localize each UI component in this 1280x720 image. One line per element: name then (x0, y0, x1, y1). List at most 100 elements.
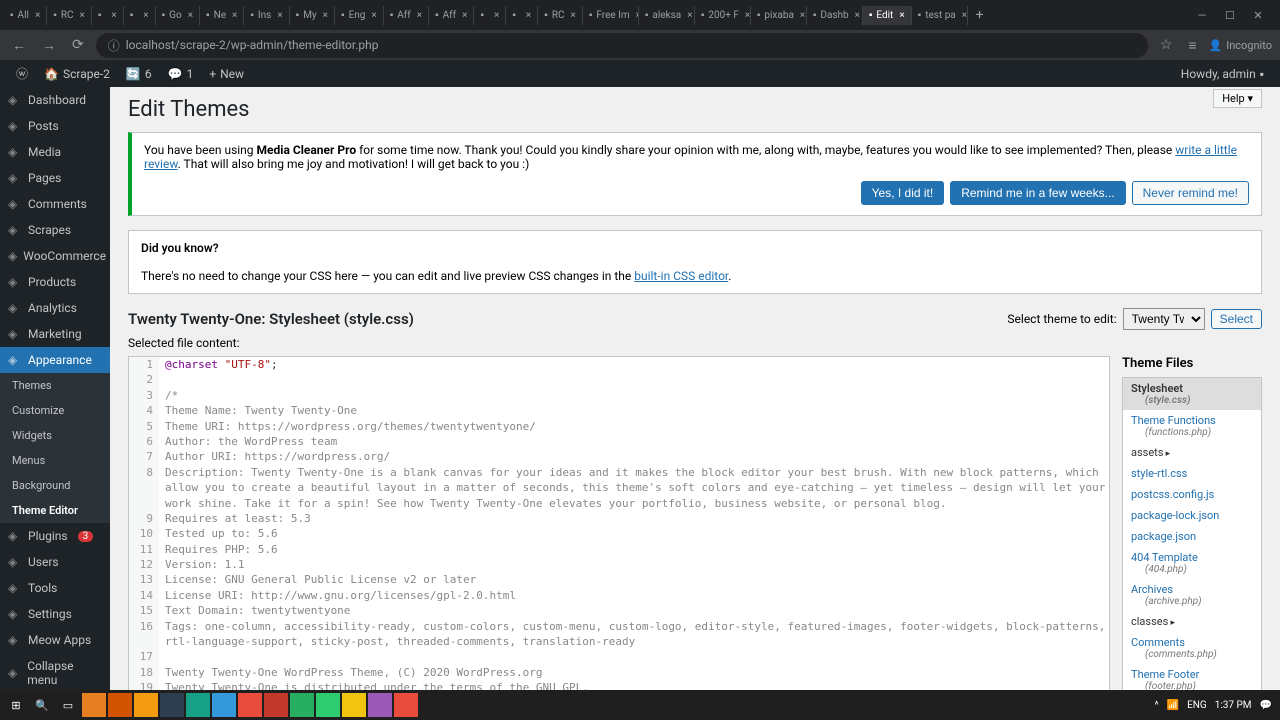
comments-count[interactable]: 💬 1 (160, 67, 202, 81)
theme-file-item[interactable]: Theme Functions(functions.php) (1123, 410, 1261, 442)
browser-tab[interactable]: ▪Ins× (244, 6, 289, 25)
theme-file-item[interactable]: postcss.config.js (1123, 484, 1261, 505)
back-button[interactable]: ← (8, 35, 30, 56)
submenu-item[interactable]: Menus (0, 448, 110, 473)
never-button[interactable]: Never remind me! (1132, 181, 1249, 205)
sidebar-item-settings[interactable]: ◈Settings (0, 601, 110, 627)
reload-button[interactable]: ⟳ (68, 35, 88, 55)
new-tab-button[interactable]: + (968, 3, 992, 27)
browser-tab[interactable]: ▪My× (290, 6, 335, 25)
browser-tab[interactable]: ▪Go× (156, 6, 200, 25)
taskbar-app[interactable] (394, 693, 418, 717)
browser-tab[interactable]: ▪Edit× (863, 6, 912, 25)
new-content[interactable]: + New (201, 67, 252, 81)
theme-file-folder[interactable]: assets (1123, 442, 1261, 463)
browser-tab[interactable]: ▪pixaba× (751, 6, 807, 25)
browser-tab[interactable]: ▪All× (4, 6, 47, 25)
help-tab[interactable]: Help ▾ (1213, 89, 1262, 108)
taskbar-app[interactable] (342, 693, 366, 717)
browser-tab[interactable]: ▪test pa× (912, 6, 968, 25)
browser-tab[interactable]: ▪Ne× (200, 6, 244, 25)
site-name[interactable]: 🏠 Scrape-2 (36, 67, 118, 81)
sidebar-item-analytics[interactable]: ◈Analytics (0, 295, 110, 321)
browser-tab[interactable]: ▪Free Im× (583, 6, 639, 25)
sidebar-item-pages[interactable]: ◈Pages (0, 165, 110, 191)
submenu-item[interactable]: Background (0, 473, 110, 498)
url-input[interactable]: ⓘ localhost/scrape-2/wp-admin/theme-edit… (96, 33, 1148, 58)
wp-logo[interactable]: ⓦ (8, 65, 36, 82)
theme-select-dropdown[interactable]: Twenty Twenty-O (1123, 308, 1205, 330)
updates-count[interactable]: 🔄 6 (118, 67, 160, 81)
submenu-item[interactable]: Widgets (0, 423, 110, 448)
theme-file-folder[interactable]: classes (1123, 611, 1261, 632)
browser-tab[interactable]: ▪Aff× (384, 6, 429, 25)
notifications-icon[interactable]: 💬 (1260, 700, 1272, 711)
search-icon[interactable]: 🔍 (30, 693, 54, 717)
taskbar-app[interactable] (316, 693, 340, 717)
bookmark-icon[interactable]: ☆ (1156, 35, 1177, 55)
taskbar-app[interactable] (264, 693, 288, 717)
remind-button[interactable]: Remind me in a few weeks... (950, 181, 1125, 205)
code-editor[interactable]: 1@charset "UTF-8";23/*4Theme Name: Twent… (128, 356, 1110, 690)
submenu-item[interactable]: Customize (0, 398, 110, 423)
browser-tab[interactable]: ▪200+ F× (695, 6, 751, 25)
browser-tab[interactable]: ▪Aff× (429, 6, 474, 25)
browser-tab[interactable]: ▪RC× (538, 6, 583, 25)
taskbar-app[interactable] (212, 693, 236, 717)
user-greeting[interactable]: Howdy, admin ▪ (1173, 67, 1272, 81)
theme-file-item[interactable]: Comments(comments.php) (1123, 632, 1261, 664)
taskbar-app[interactable] (108, 693, 132, 717)
language-indicator[interactable]: ENG (1187, 700, 1207, 711)
close-button[interactable]: ✕ (1248, 9, 1268, 22)
clock[interactable]: 1:37 PM (1215, 700, 1252, 711)
submenu-item[interactable]: Theme Editor (0, 498, 110, 523)
theme-file-item[interactable]: package.json (1123, 526, 1261, 547)
taskbar-app[interactable] (368, 693, 392, 717)
forward-button[interactable]: → (38, 35, 60, 56)
sidebar-item-products[interactable]: ◈Products (0, 269, 110, 295)
extensions-icon[interactable]: ≡ (1184, 35, 1200, 56)
sidebar-item-comments[interactable]: ◈Comments (0, 191, 110, 217)
sidebar-item-collapse[interactable]: ◈Collapse menu (0, 653, 110, 690)
select-theme-button[interactable]: Select (1211, 309, 1262, 329)
taskbar-app[interactable] (82, 693, 106, 717)
browser-tab[interactable]: ▪× (92, 6, 124, 25)
sidebar-item-users[interactable]: ◈Users (0, 549, 110, 575)
minimize-button[interactable]: — (1192, 9, 1212, 22)
sidebar-item-woo[interactable]: ◈WooCommerce (0, 243, 110, 269)
network-icon[interactable]: 📶 (1167, 700, 1179, 711)
browser-tab[interactable]: ▪× (474, 6, 506, 25)
sidebar-item-scrapes[interactable]: ◈Scrapes (0, 217, 110, 243)
browser-tab[interactable]: ▪× (124, 6, 156, 25)
browser-tab[interactable]: ▪× (506, 6, 538, 25)
css-editor-link[interactable]: built-in CSS editor (634, 269, 728, 283)
start-button[interactable]: ⊞ (4, 693, 28, 717)
maximize-button[interactable]: ☐ (1220, 9, 1240, 22)
sidebar-item-appearance[interactable]: ◈Appearance (0, 347, 110, 373)
sidebar-item-dashboard[interactable]: ◈Dashboard (0, 87, 110, 113)
task-view-icon[interactable]: ▭ (56, 693, 80, 717)
sidebar-item-media[interactable]: ◈Media (0, 139, 110, 165)
theme-file-item[interactable]: 404 Template(404.php) (1123, 547, 1261, 579)
theme-file-item[interactable]: package-lock.json (1123, 505, 1261, 526)
browser-tab[interactable]: ▪Dashb× (807, 6, 863, 25)
tray-icon[interactable]: ^ (1154, 700, 1158, 711)
taskbar-app[interactable] (160, 693, 184, 717)
browser-tab[interactable]: ▪RC× (47, 6, 92, 25)
theme-file-item[interactable]: Theme Footer(footer.php) (1123, 664, 1261, 690)
taskbar-app[interactable] (238, 693, 262, 717)
taskbar-app[interactable] (134, 693, 158, 717)
sidebar-item-plugins[interactable]: ◈Plugins3 (0, 523, 110, 549)
sidebar-item-tools[interactable]: ◈Tools (0, 575, 110, 601)
browser-tab[interactable]: ▪Eng× (335, 6, 384, 25)
taskbar-app[interactable] (290, 693, 314, 717)
browser-tab[interactable]: ▪aleksa× (639, 6, 695, 25)
theme-file-item[interactable]: Stylesheet(style.css) (1123, 378, 1261, 410)
sidebar-item-posts[interactable]: ◈Posts (0, 113, 110, 139)
sidebar-item-meow[interactable]: ◈Meow Apps (0, 627, 110, 653)
yes-button[interactable]: Yes, I did it! (861, 181, 945, 205)
sidebar-item-marketing[interactable]: ◈Marketing (0, 321, 110, 347)
theme-file-item[interactable]: Archives(archive.php) (1123, 579, 1261, 611)
theme-file-item[interactable]: style-rtl.css (1123, 463, 1261, 484)
taskbar-app[interactable] (186, 693, 210, 717)
